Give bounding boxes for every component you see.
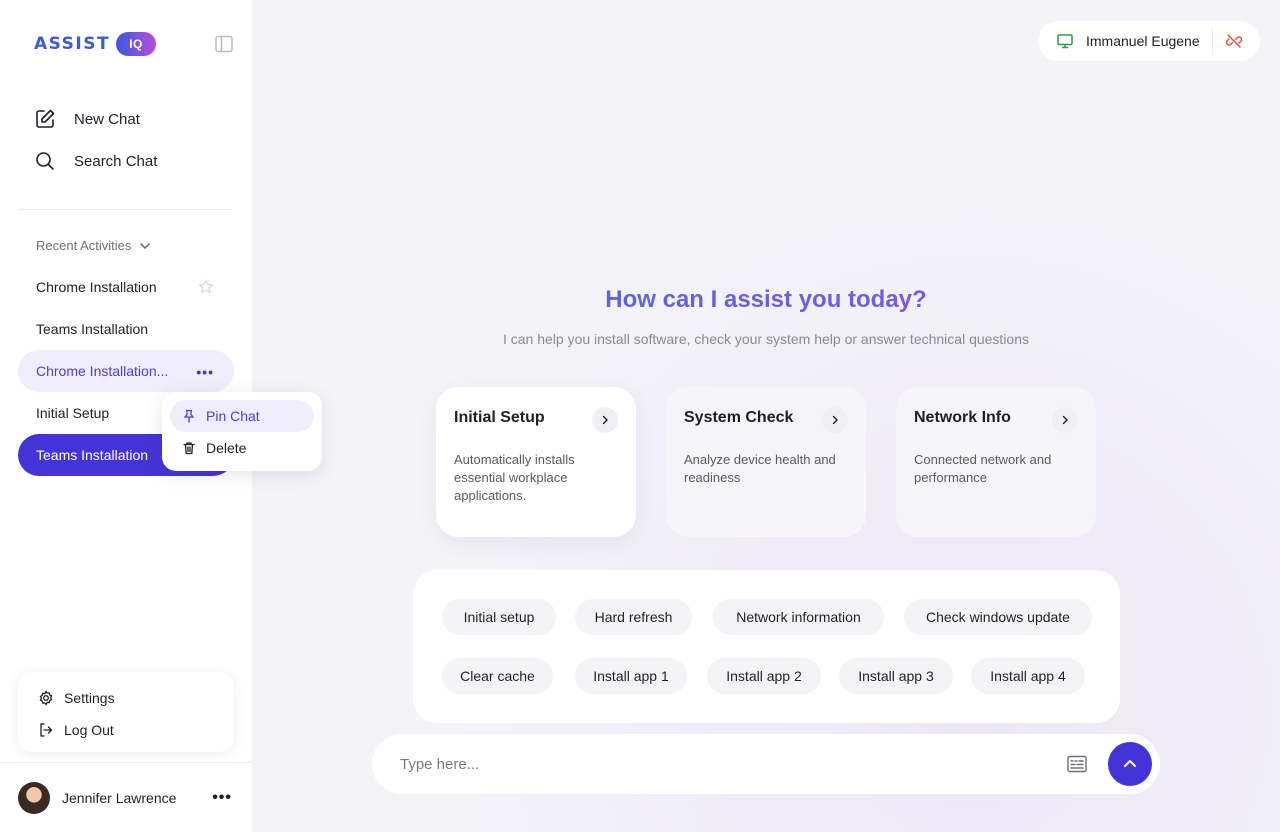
quick-action-chip[interactable]: Check windows update [904,599,1092,635]
quick-action-chip[interactable]: Install app 1 [575,658,687,694]
device-divider [1212,27,1213,55]
history-item-label: Chrome Installation [36,279,157,295]
user-profile[interactable]: Jennifer Lawrence ••• [0,762,252,832]
monitor-icon [1057,34,1073,49]
logo-text: ASSIST [34,34,111,54]
pin-icon[interactable] [198,279,214,295]
quick-action-chip[interactable]: Clear cache [442,658,553,694]
history-item-label: Initial Setup [36,405,110,421]
message-composer [372,734,1160,794]
chevron-right-icon[interactable] [1052,407,1078,433]
quick-action-chip[interactable]: Install app 3 [839,658,953,694]
quick-action-chip[interactable]: Install app 4 [971,658,1085,694]
card-description: Automatically installs essential workpla… [454,452,575,503]
page-title: How can I assist you today? [252,286,1280,314]
connected-device: Immanuel Eugene [1038,21,1260,61]
page-title-text: How can I assist you today? [605,286,927,313]
quick-action-chip[interactable]: Network information [713,599,884,635]
arrow-up-icon [1124,760,1136,767]
history-item[interactable]: Chrome Installation [18,266,234,308]
new-chat-label: New Chat [74,110,140,128]
edit-icon [36,109,55,128]
page-subtitle: I can help you install software, check y… [502,331,1030,347]
main-content: Immanuel Eugene How can I assist you tod… [252,0,1280,832]
history-item-label: Teams Installation [36,447,149,463]
chevron-right-icon[interactable] [822,407,848,433]
card-description: Connected network and performance [914,452,1052,485]
sidebar: ASSIST IQ New Chat Search Chat Recent Ac… [0,0,322,832]
recent-activities-toggle[interactable]: Recent Activities [36,238,151,253]
more-options-icon[interactable]: ••• [196,364,214,380]
quick-actions-panel: Initial setup Hard refresh Network infor… [413,570,1120,723]
network-info-card[interactable]: Network Info Connected network and perfo… [896,387,1096,537]
chevron-down-icon [140,242,151,249]
search-chat-label: Search Chat [74,152,158,170]
settings-label: Settings [64,690,115,706]
keyboard-icon[interactable] [1066,753,1088,775]
message-input[interactable] [400,755,1040,773]
settings-button[interactable]: Settings [38,682,234,714]
logo-badge: IQ [116,32,157,56]
quick-action-chip[interactable]: Install app 2 [707,658,821,694]
device-name: Immanuel Eugene [1086,33,1200,49]
avatar [18,781,50,814]
sidebar-toggle-icon[interactable] [214,34,234,54]
quick-action-chip[interactable]: Hard refresh [575,599,692,635]
user-more-icon[interactable]: ••• [212,789,232,807]
search-icon [36,152,54,170]
app-logo[interactable]: ASSIST IQ [34,30,157,58]
pin-chat-menu-item[interactable]: Pin Chat [170,400,314,432]
search-chat-button[interactable]: Search Chat [34,147,157,175]
history-item-label: Chrome Installation... [36,363,169,379]
trash-icon [183,442,195,455]
history-item-hovered[interactable]: Chrome Installation... ••• [18,350,234,392]
history-item[interactable]: Teams Installation [18,308,234,350]
send-button[interactable] [1108,742,1152,786]
initial-setup-card[interactable]: Initial Setup Automatically installs ess… [436,387,636,537]
user-name: Jennifer Lawrence [62,789,177,806]
pin-chat-label: Pin Chat [206,408,260,424]
pin-icon [183,409,195,423]
history-context-menu: Pin Chat Delete [162,392,322,471]
delete-label: Delete [206,440,247,456]
logout-label: Log Out [64,722,114,738]
sidebar-divider [18,209,232,210]
logout-icon [40,723,53,737]
new-chat-button[interactable]: New Chat [34,105,140,133]
card-description: Analyze device health and readiness [684,452,836,485]
history-item-label: Teams Installation [36,321,149,337]
quick-action-chip[interactable]: Initial setup [442,599,556,635]
account-menu: Settings Log Out [18,672,234,752]
gear-icon [39,690,53,706]
recent-activities-label: Recent Activities [36,238,132,253]
chevron-right-icon[interactable] [592,407,618,433]
app: ASSIST IQ New Chat Search Chat Recent Ac… [0,0,1280,832]
system-check-card[interactable]: System Check Analyze device health and r… [666,387,866,537]
delete-menu-item[interactable]: Delete [170,432,314,464]
logout-button[interactable]: Log Out [38,714,234,746]
disconnect-icon[interactable] [1225,32,1243,50]
